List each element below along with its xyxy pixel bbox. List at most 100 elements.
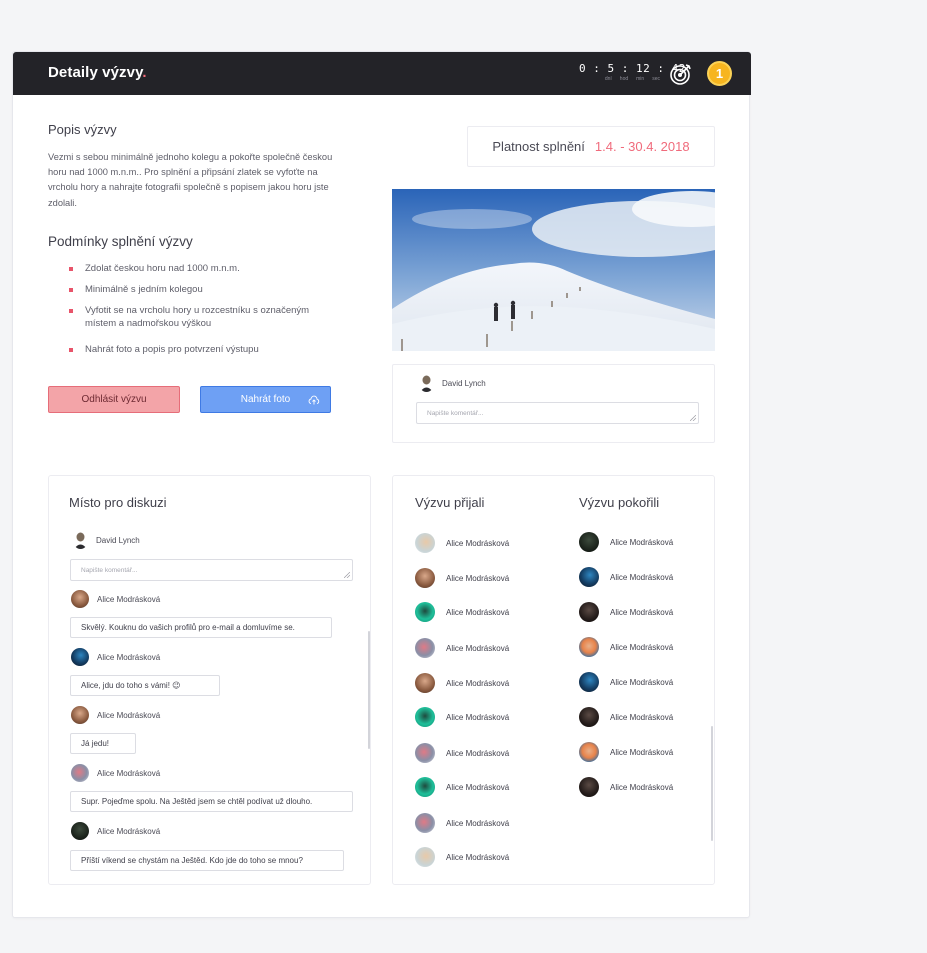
completed-user[interactable]: Alice Modrásková — [579, 777, 673, 797]
completed-user[interactable]: Alice Modrásková — [579, 567, 673, 587]
page-title-text: Detaily výzvy — [48, 64, 143, 81]
user-name: Alice Modrásková — [446, 712, 510, 722]
photo-comment-user: David Lynch — [419, 375, 486, 392]
user-name: Alice Modrásková — [446, 573, 510, 583]
message-author: Alice Modrásková — [71, 822, 160, 840]
accepted-user[interactable]: Alice Modrásková — [415, 813, 509, 833]
accepted-user[interactable]: Alice Modrásková — [415, 707, 509, 727]
user-name: David Lynch — [96, 536, 140, 545]
user-avatar — [420, 375, 433, 392]
resize-handle-icon[interactable] — [344, 572, 350, 578]
accepted-user[interactable]: Alice Modrásková — [415, 847, 509, 867]
unit-days: dní — [604, 76, 612, 82]
validity-value: 1.4. - 30.4. 2018 — [594, 139, 690, 154]
page-title-dot: . — [142, 64, 147, 81]
upload-photo-button[interactable]: Nahrát foto — [200, 386, 331, 413]
user-name: Alice Modrásková — [610, 677, 674, 687]
message-bubble: Skvělý. Kouknu do vašich profilů pro e-m… — [70, 617, 332, 638]
user-name: Alice Modrásková — [610, 782, 674, 792]
user-name: Alice Modrásková — [446, 643, 510, 653]
participants-panel: Výzvu přijali Výzvu pokořili Alice Modrá… — [392, 475, 715, 885]
user-name: Alice Modrásková — [446, 818, 510, 828]
user-avatar — [579, 707, 599, 727]
message-bubble: Příští víkend se chystám na Ještěd. Kdo … — [70, 850, 344, 871]
conditions-list: Zdolat českou horu nad 1000 m.n.m. Minim… — [69, 262, 319, 356]
page-title: Detaily výzvy. — [48, 64, 147, 81]
user-avatar — [579, 742, 599, 762]
challenge-photo — [392, 189, 715, 351]
accepted-user[interactable]: Alice Modrásková — [415, 743, 509, 763]
user-avatar — [415, 707, 435, 727]
user-avatar — [71, 706, 89, 724]
completed-user[interactable]: Alice Modrásková — [579, 707, 673, 727]
resize-handle-icon[interactable] — [690, 415, 696, 421]
condition-item: Nahrát foto a popis pro potvrzení výstup… — [69, 343, 319, 356]
message-author: Alice Modrásková — [71, 590, 160, 608]
author-name: Alice Modrásková — [97, 768, 161, 778]
user-avatar — [71, 822, 89, 840]
user-name: Alice Modrásková — [610, 607, 674, 617]
unit-seconds: sec — [652, 76, 660, 82]
completed-user[interactable]: Alice Modrásková — [579, 602, 673, 622]
user-name: Alice Modrásková — [446, 748, 510, 758]
user-avatar — [74, 532, 87, 549]
user-avatar — [415, 602, 435, 622]
description-text: Vezmi s sebou minimálně jednoho kolegu a… — [48, 152, 333, 208]
user-avatar — [415, 777, 435, 797]
discussion-comment-input[interactable]: Napište komentář... — [70, 559, 353, 581]
completed-user[interactable]: Alice Modrásková — [579, 742, 673, 762]
input-placeholder: Napište komentář... — [81, 566, 138, 574]
validity-box: Platnost splnění 1.4. - 30.4. 2018 — [467, 126, 715, 167]
header-bar: Detaily výzvy. 0 : 5 : 12 : 42 dní hod m… — [13, 52, 751, 95]
coin-badge[interactable]: 1 — [707, 61, 732, 86]
message-author: Alice Modrásková — [71, 706, 160, 724]
cloud-upload-icon — [308, 395, 320, 405]
participants-scrollbar[interactable] — [711, 726, 713, 841]
unit-minutes: min — [636, 76, 645, 82]
accepted-user[interactable]: Alice Modrásková — [415, 568, 509, 588]
accepted-user[interactable]: Alice Modrásková — [415, 777, 509, 797]
validity-label: Platnost splnění — [492, 139, 585, 154]
discussion-heading: Místo pro diskuzi — [69, 495, 167, 510]
user-avatar — [415, 743, 435, 763]
user-avatar — [415, 533, 435, 553]
completed-heading: Výzvu pokořili — [579, 495, 660, 510]
discussion-scrollbar[interactable] — [368, 631, 370, 749]
input-placeholder: Napište komentář... — [427, 409, 484, 417]
message-bubble: Já jedu! — [70, 733, 136, 754]
target-arrow-icon[interactable] — [669, 62, 693, 86]
discussion-current-user: David Lynch — [73, 532, 140, 549]
user-name: Alice Modrásková — [446, 852, 510, 862]
user-avatar — [579, 637, 599, 657]
completed-user[interactable]: Alice Modrásková — [579, 672, 673, 692]
unit-hours: hod — [619, 76, 629, 82]
user-avatar — [579, 602, 599, 622]
user-name: Alice Modrásková — [446, 782, 510, 792]
user-avatar — [579, 567, 599, 587]
user-avatar — [579, 672, 599, 692]
conditions-heading: Podmínky splnění výzvy — [48, 234, 193, 249]
user-avatar — [71, 764, 89, 782]
message-bubble: Supr. Pojeďme spolu. Na Ještěd jsem se c… — [70, 791, 353, 812]
author-name: Alice Modrásková — [97, 652, 161, 662]
condition-item: Minimálně s jedním kolegou — [69, 283, 319, 296]
unsubscribe-button[interactable]: Odhlásit výzvu — [48, 386, 180, 413]
unsubscribe-label: Odhlásit výzvu — [81, 394, 147, 405]
author-name: Alice Modrásková — [97, 826, 161, 836]
completed-user[interactable]: Alice Modrásková — [579, 532, 673, 552]
user-avatar — [415, 568, 435, 588]
user-avatar — [415, 847, 435, 867]
user-name: Alice Modrásková — [610, 712, 674, 722]
accepted-user[interactable]: Alice Modrásková — [415, 533, 509, 553]
user-avatar — [71, 648, 89, 666]
challenge-detail-card: Detaily výzvy. 0 : 5 : 12 : 42 dní hod m… — [12, 51, 751, 918]
completed-user[interactable]: Alice Modrásková — [579, 637, 673, 657]
accepted-user[interactable]: Alice Modrásková — [415, 602, 509, 622]
accepted-heading: Výzvu přijali — [415, 495, 485, 510]
author-name: Alice Modrásková — [97, 710, 161, 720]
photo-comment-input[interactable]: Napište komentář... — [416, 402, 699, 424]
user-name: Alice Modrásková — [610, 747, 674, 757]
accepted-user[interactable]: Alice Modrásková — [415, 638, 509, 658]
upload-label: Nahrát foto — [240, 394, 291, 405]
accepted-user[interactable]: Alice Modrásková — [415, 673, 509, 693]
